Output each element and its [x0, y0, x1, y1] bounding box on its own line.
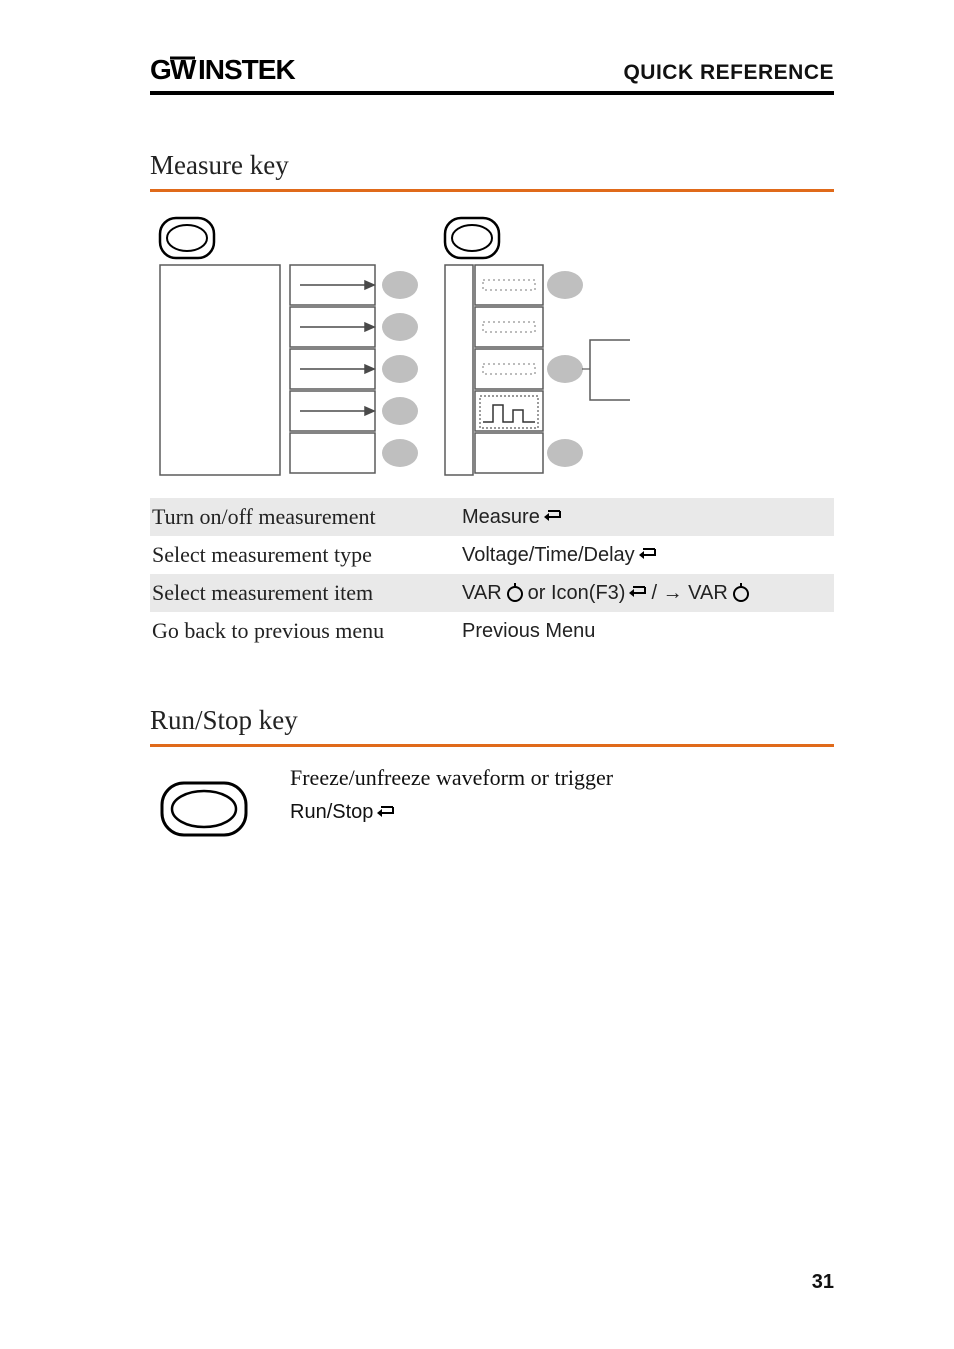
divider: [150, 744, 834, 747]
table-row: Select measurement type Voltage/Time/Del…: [150, 536, 834, 574]
page-header: G W INSTEK QUICK REFERENCE: [150, 55, 834, 95]
enter-icon: [542, 508, 564, 526]
page: G W INSTEK QUICK REFERENCE Measure key: [0, 0, 954, 1349]
table-row: Go back to previous menu Previous Menu: [150, 612, 834, 650]
runstop-key-diagram: [150, 765, 260, 845]
runstop-text-block: Freeze/unfreeze waveform or trigger Run/…: [290, 765, 613, 824]
page-number: 31: [812, 1271, 834, 1294]
divider: [150, 189, 834, 192]
row-label: Go back to previous menu: [152, 618, 462, 644]
table-row: Select measurement item VAR or Icon(F3) …: [150, 574, 834, 612]
action-text: Previous Menu: [462, 620, 595, 643]
row-action: Voltage/Time/Delay: [462, 544, 832, 567]
svg-text:G: G: [150, 55, 171, 85]
measure-table: Turn on/off measurement Measure Select m…: [150, 498, 834, 650]
action-text: VAR: [462, 582, 502, 605]
row-action: Measure: [462, 506, 832, 529]
section-title-measure: Measure key: [150, 150, 834, 181]
knob-icon: [730, 583, 752, 603]
runstop-desc: Freeze/unfreeze waveform or trigger: [290, 765, 613, 791]
measure-key-diagram: [150, 210, 834, 490]
row-label: Select measurement item: [152, 580, 462, 606]
enter-icon: [375, 804, 397, 822]
runstop-block: Freeze/unfreeze waveform or trigger Run/…: [150, 765, 834, 845]
section-title-runstop: Run/Stop key: [150, 705, 834, 736]
row-label: Select measurement type: [152, 542, 462, 568]
enter-icon: [627, 584, 649, 602]
row-label: Turn on/off measurement: [152, 504, 462, 530]
key-text: Run/Stop: [290, 801, 373, 824]
knob-icon: [504, 583, 526, 603]
action-text: Voltage/Time/Delay: [462, 544, 635, 567]
action-text: Measure: [462, 506, 540, 529]
enter-icon: [637, 546, 659, 564]
header-section-label: QUICK REFERENCE: [623, 61, 834, 85]
row-action: Previous Menu: [462, 620, 832, 643]
svg-text:INSTEK: INSTEK: [198, 55, 295, 85]
runstop-key-label: Run/Stop: [290, 801, 613, 824]
action-text: or Icon(F3): [528, 582, 626, 605]
row-action: VAR or Icon(F3) / → VAR: [462, 582, 832, 605]
brand-logo: G W INSTEK: [150, 55, 330, 85]
action-text: / → VAR: [651, 582, 727, 605]
table-row: Turn on/off measurement Measure: [150, 498, 834, 536]
